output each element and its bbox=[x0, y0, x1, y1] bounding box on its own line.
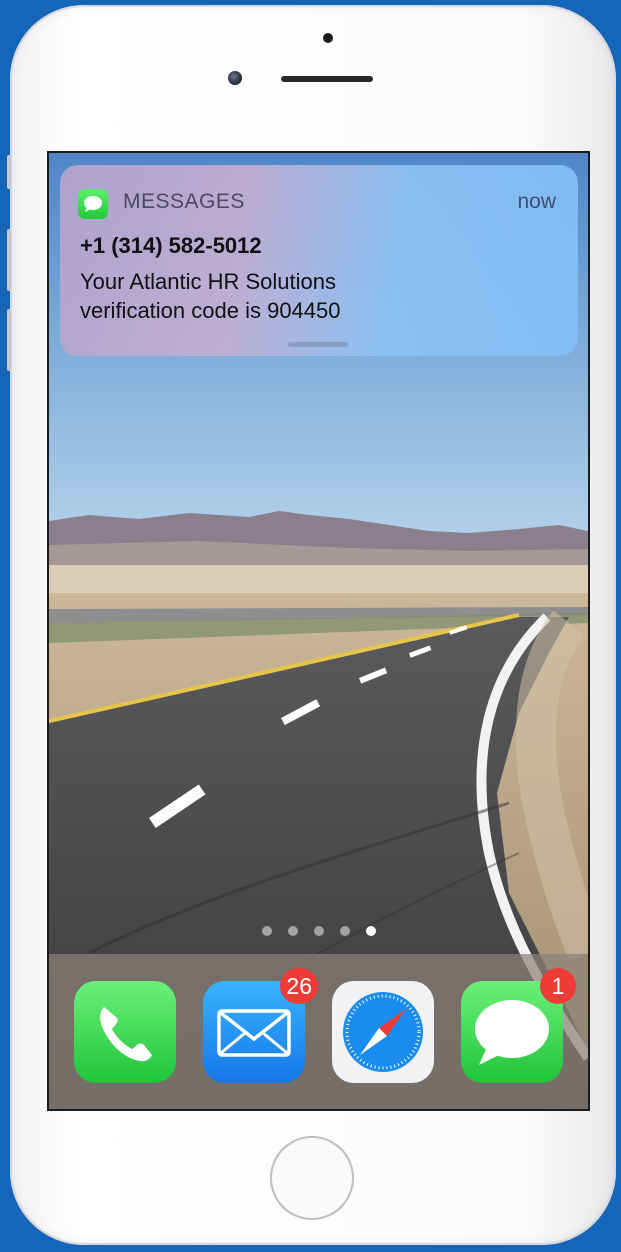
page-dot[interactable] bbox=[261, 926, 272, 936]
messages-app[interactable]: 1 bbox=[461, 968, 576, 1083]
notification-sender: +1 (314) 582-5012 bbox=[80, 233, 262, 258]
front-camera bbox=[228, 71, 242, 85]
mute-switch bbox=[7, 155, 11, 189]
phone-icon bbox=[100, 1007, 152, 1062]
volume-up-button bbox=[7, 229, 11, 291]
dock: 26 1 bbox=[49, 954, 588, 1109]
notification-message: Your Atlantic HR Solutions verification … bbox=[80, 267, 540, 325]
mail-unread-badge: 26 bbox=[280, 968, 318, 1004]
notification-grabber-handle[interactable] bbox=[288, 342, 348, 347]
page-indicator[interactable] bbox=[49, 926, 588, 938]
proximity-sensor bbox=[323, 33, 333, 43]
page-dot-active[interactable] bbox=[365, 926, 376, 936]
messages-unread-badge: 1 bbox=[540, 968, 576, 1004]
notification-message-line: verification code is 904450 bbox=[80, 298, 341, 323]
notification-app-name: MESSAGES bbox=[123, 190, 245, 213]
page-dot[interactable] bbox=[313, 926, 324, 936]
earpiece-speaker bbox=[281, 76, 373, 82]
notification-time: now bbox=[517, 190, 556, 213]
volume-down-button bbox=[7, 309, 11, 371]
home-button[interactable] bbox=[270, 1136, 354, 1220]
phone-app[interactable] bbox=[74, 981, 176, 1083]
home-screen: MESSAGES now +1 (314) 582-5012 Your Atla… bbox=[47, 151, 590, 1111]
messages-app-icon bbox=[78, 189, 108, 219]
safari-compass-icon bbox=[343, 992, 423, 1072]
notification-message-line: Your Atlantic HR Solutions bbox=[80, 269, 336, 294]
safari-app[interactable] bbox=[332, 981, 434, 1083]
mail-app[interactable]: 26 bbox=[203, 968, 318, 1083]
page-dot[interactable] bbox=[339, 926, 350, 936]
page-dot[interactable] bbox=[287, 926, 298, 936]
notification-banner[interactable]: MESSAGES now +1 (314) 582-5012 Your Atla… bbox=[60, 165, 578, 356]
